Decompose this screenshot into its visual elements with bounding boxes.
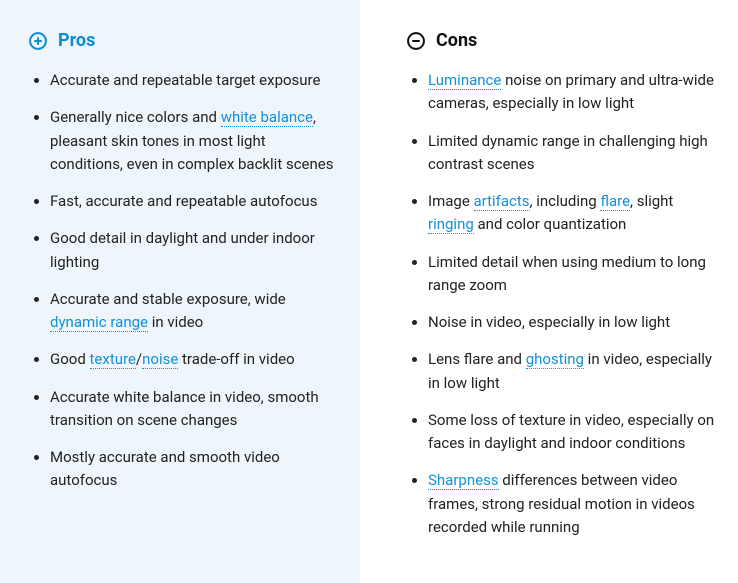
text-span: , slight	[630, 192, 673, 210]
cons-item: Luminance noise on primary and ultra-wid…	[428, 69, 716, 116]
text-span: trade-off in video	[178, 350, 294, 368]
text-span: Fast, accurate and repeatable autofocus	[50, 192, 317, 210]
text-span: Noise in video, especially in low light	[428, 313, 670, 331]
text-span: Generally nice colors and	[50, 108, 221, 126]
text-span: in video	[148, 313, 203, 331]
text-span: Accurate white balance in video, smooth …	[50, 388, 319, 429]
pros-item: Accurate white balance in video, smooth …	[50, 386, 338, 433]
cons-item: Image artifacts, including flare, slight…	[428, 190, 716, 237]
pros-item: Good detail in daylight and under indoor…	[50, 227, 338, 274]
glossary-link[interactable]: ghosting	[526, 350, 584, 369]
pros-heading: Pros	[28, 30, 338, 51]
pros-panel: Pros Accurate and repeatable target expo…	[0, 0, 360, 583]
text-span: Good detail in daylight and under indoor…	[50, 229, 315, 270]
cons-panel: Cons Luminance noise on primary and ultr…	[378, 0, 738, 583]
text-span: Some loss of texture in video, especiall…	[428, 411, 714, 452]
pros-list: Accurate and repeatable target exposure G…	[28, 69, 338, 493]
pros-item: Generally nice colors and white balance,…	[50, 106, 338, 176]
glossary-link[interactable]: Sharpness	[428, 471, 499, 490]
pros-title: Pros	[58, 30, 95, 51]
cons-title: Cons	[436, 30, 477, 51]
text-span: Lens flare and	[428, 350, 526, 368]
text-span: Good	[50, 350, 90, 368]
pros-cons-container: Pros Accurate and repeatable target expo…	[0, 0, 738, 583]
cons-item: Some loss of texture in video, especiall…	[428, 409, 716, 456]
glossary-link[interactable]: noise	[142, 350, 178, 369]
pros-item: Accurate and stable exposure, wide dynam…	[50, 288, 338, 335]
text-span: Limited dynamic range in challenging hig…	[428, 132, 708, 173]
pros-item: Mostly accurate and smooth video autofoc…	[50, 446, 338, 493]
pros-item: Accurate and repeatable target exposure	[50, 69, 338, 92]
cons-list: Luminance noise on primary and ultra-wid…	[406, 69, 716, 539]
text-span: Accurate and repeatable target exposure	[50, 71, 320, 89]
pros-item: Fast, accurate and repeatable autofocus	[50, 190, 338, 213]
cons-item: Limited dynamic range in challenging hig…	[428, 130, 716, 177]
glossary-link[interactable]: flare	[600, 192, 630, 211]
minus-circle-icon	[406, 31, 426, 51]
glossary-link[interactable]: texture	[90, 350, 136, 369]
text-span: Accurate and stable exposure, wide	[50, 290, 286, 308]
glossary-link[interactable]: dynamic range	[50, 313, 148, 332]
glossary-link[interactable]: ringing	[428, 215, 474, 234]
text-span: Image	[428, 192, 474, 210]
text-span: and color quantization	[474, 215, 627, 233]
glossary-link[interactable]: white balance	[221, 108, 313, 127]
plus-circle-icon	[28, 31, 48, 51]
cons-item: Sharpness differences between video fram…	[428, 469, 716, 539]
glossary-link[interactable]: artifacts	[474, 192, 530, 211]
glossary-link[interactable]: Luminance	[428, 71, 501, 90]
text-span: Mostly accurate and smooth video autofoc…	[50, 448, 280, 489]
cons-item: Limited detail when using medium to long…	[428, 251, 716, 298]
text-span: , including	[530, 192, 601, 210]
cons-item: Lens flare and ghosting in video, especi…	[428, 348, 716, 395]
pros-item: Good texture/noise trade-off in video	[50, 348, 338, 371]
cons-heading: Cons	[406, 30, 716, 51]
cons-item: Noise in video, especially in low light	[428, 311, 716, 334]
text-span: Limited detail when using medium to long…	[428, 253, 706, 294]
